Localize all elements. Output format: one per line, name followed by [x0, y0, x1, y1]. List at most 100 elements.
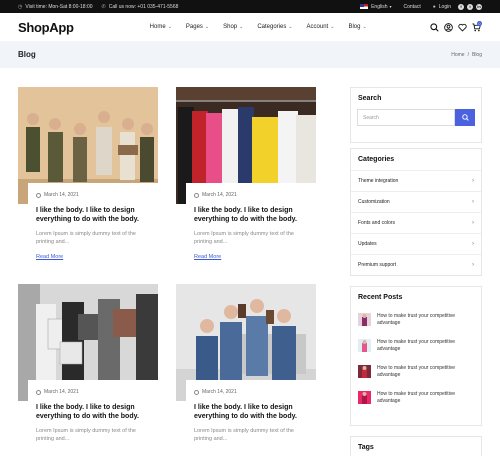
page-header: Blog Home / Blog	[0, 41, 500, 68]
chevron-down-icon: ⌄	[362, 24, 367, 30]
post-title[interactable]: I like the body. I like to design everyt…	[36, 403, 150, 421]
chevron-right-icon: ›	[472, 199, 474, 205]
blog-card: March 14, 2021 I like the body. I like t…	[18, 284, 158, 476]
recent-post-title: How to make trust your competitive advan…	[377, 339, 456, 352]
account-icon[interactable]	[442, 21, 454, 33]
nav-pages[interactable]: Pages ⌄	[186, 24, 209, 30]
post-body: March 14, 2021 I like the body. I like t…	[186, 183, 316, 279]
post-excerpt: Lorem Ipsum is simply dummy text of the …	[194, 428, 294, 442]
chevron-right-icon: ›	[472, 220, 474, 226]
category-label: Premium support	[358, 262, 397, 268]
breadcrumb: Home / Blog	[448, 52, 482, 58]
chevron-right-icon: ›	[472, 178, 474, 184]
post-date-text: March 14, 2021	[202, 389, 237, 395]
language-select[interactable]: English ▾	[360, 4, 392, 10]
facebook-icon[interactable]: f	[458, 3, 464, 10]
recent-post-thumbnail	[358, 391, 371, 404]
breadcrumb-separator: /	[467, 51, 469, 58]
nav-account[interactable]: Account ⌄	[307, 24, 335, 30]
post-excerpt: Lorem Ipsum is simply dummy text of the …	[36, 231, 136, 245]
post-body: March 14, 2021 I like the body. I like t…	[28, 183, 158, 279]
post-title[interactable]: I like the body. I like to design everyt…	[36, 206, 150, 224]
chevron-down-icon: ⌄	[204, 24, 210, 30]
post-date: March 14, 2021	[194, 192, 308, 198]
phone-text: Call us now: +01 035-471-5568	[108, 3, 179, 10]
chevron-down-icon: ⌄	[288, 24, 293, 30]
post-title[interactable]: I like the body. I like to design everyt…	[194, 206, 308, 224]
search-icon	[461, 114, 469, 121]
recent-post-item[interactable]: How to make trust your competitive advan…	[351, 334, 481, 360]
category-item[interactable]: Customization ›	[351, 191, 481, 212]
main-nav: Home ⌄ Pages ⌄ Shop ⌄ Categories ⌄ Account ⌄ …	[150, 24, 381, 30]
login-link[interactable]: ● Login	[433, 4, 451, 10]
phone[interactable]: ✆ Call us now: +01 035-471-5568	[102, 4, 179, 10]
post-excerpt: Lorem Ipsum is simply dummy text of the …	[36, 428, 136, 442]
recent-post-item[interactable]: How to make trust your competitive advan…	[351, 308, 481, 334]
widget-title: Search	[358, 95, 382, 102]
chevron-down-icon: ⌄	[167, 24, 172, 30]
login-label: Login	[438, 3, 451, 10]
nav-label: Account	[306, 24, 329, 30]
post-title[interactable]: I like the body. I like to design everyt…	[194, 403, 308, 421]
category-label: Fonts and colors	[358, 220, 395, 226]
nav-label: Pages	[185, 24, 203, 30]
heart-icon[interactable]	[456, 21, 468, 33]
post-date-text: March 14, 2021	[44, 192, 79, 198]
breadcrumb-home[interactable]: Home	[451, 52, 464, 58]
linkedin-icon[interactable]: in	[476, 3, 482, 10]
search-button[interactable]	[455, 109, 475, 126]
category-item[interactable]: Updates ›	[351, 233, 481, 254]
recent-post-title: How to make trust your competitive advan…	[377, 365, 456, 378]
nav-label: Shop	[223, 24, 238, 30]
tags-widget: Tags	[350, 436, 482, 456]
twitter-icon[interactable]: t	[467, 3, 473, 10]
category-item[interactable]: Premium support ›	[351, 254, 481, 275]
chevron-down-icon: ⌄	[239, 24, 244, 30]
social-links: f t in	[455, 3, 482, 10]
user-icon: ●	[432, 3, 436, 10]
category-item[interactable]: Fonts and colors ›	[351, 212, 481, 233]
category-item[interactable]: Theme integration ›	[351, 170, 481, 191]
search-icon[interactable]	[428, 21, 440, 33]
read-more-link[interactable]: Read More	[36, 254, 150, 260]
contact-label: Contact	[403, 3, 421, 10]
post-date-text: March 14, 2021	[202, 192, 237, 198]
post-date: March 14, 2021	[194, 389, 308, 395]
search-input[interactable]: Search	[357, 109, 455, 126]
chevron-down-icon: ⌄	[330, 24, 335, 30]
recent-post-thumbnail	[358, 339, 371, 352]
chevron-down-icon: ▾	[389, 4, 392, 9]
logo[interactable]: ShopApp	[18, 20, 74, 35]
clock-icon	[194, 389, 199, 395]
nav-label: Categories	[257, 24, 287, 30]
category-label: Updates	[358, 241, 377, 247]
post-date: March 14, 2021	[36, 192, 150, 198]
post-body: March 14, 2021 I like the body. I like t…	[28, 380, 158, 476]
clock-icon	[36, 192, 41, 198]
recent-post-item[interactable]: How to make trust your competitive advan…	[351, 360, 481, 386]
contact-link[interactable]: Contact	[404, 4, 421, 10]
nav-shop[interactable]: Shop ⌄	[223, 24, 243, 30]
post-date-text: March 14, 2021	[44, 389, 79, 395]
phone-icon: ✆	[101, 3, 106, 10]
nav-categories[interactable]: Categories ⌄	[257, 24, 292, 30]
cart-icon[interactable]: 0	[470, 21, 482, 33]
read-more-link[interactable]: Read More	[194, 254, 308, 260]
clock-icon	[36, 389, 41, 395]
widget-title: Tags	[358, 444, 374, 451]
nav-home[interactable]: Home ⌄	[150, 24, 172, 30]
blog-card: March 14, 2021 I like the body. I like t…	[18, 87, 158, 279]
recent-post-title: How to make trust your competitive advan…	[377, 391, 456, 404]
breadcrumb-current: Blog	[471, 51, 482, 58]
blog-card: March 14, 2021 I like the body. I like t…	[176, 284, 316, 476]
nav-blog[interactable]: Blog ⌄	[348, 24, 366, 30]
widget-title: Categories	[358, 156, 395, 163]
recent-post-item[interactable]: How to make trust your competitive advan…	[351, 386, 481, 412]
page-title: Blog	[18, 50, 36, 59]
recent-post-title: How to make trust your competitive advan…	[377, 313, 456, 326]
post-excerpt: Lorem Ipsum is simply dummy text of the …	[194, 231, 294, 245]
recent-posts-widget: Recent Posts How to make trust your comp…	[350, 286, 482, 426]
nav-label: Home	[149, 24, 166, 30]
category-label: Theme integration	[358, 178, 399, 184]
blog-card: March 14, 2021 I like the body. I like t…	[176, 87, 316, 279]
